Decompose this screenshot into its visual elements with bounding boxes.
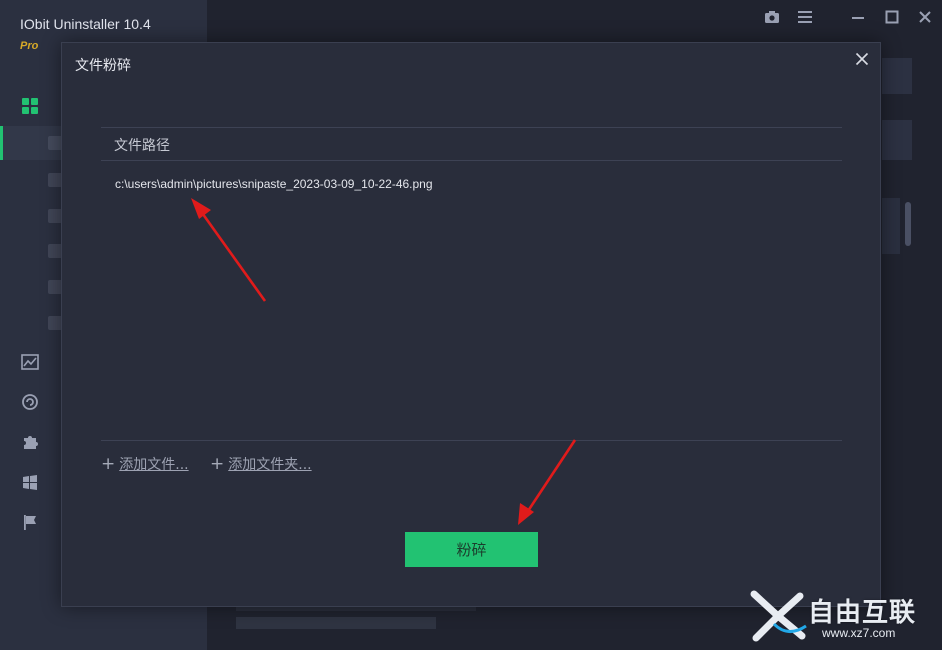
app-title: IObit Uninstaller 10.4 xyxy=(20,16,151,32)
windows-icon[interactable] xyxy=(20,472,40,492)
watermark-logo-icon xyxy=(750,590,807,642)
add-folder-label: 添加文件夹... xyxy=(228,457,312,473)
minimize-icon[interactable] xyxy=(849,8,867,26)
app-edition-badge: Pro xyxy=(20,40,39,52)
file-path-table: 文件路径 c:\users\admin\pictures\snipaste_20… xyxy=(101,127,842,441)
close-icon[interactable] xyxy=(852,49,872,69)
shred-button[interactable]: 粉碎 xyxy=(405,532,538,567)
menu-icon[interactable] xyxy=(796,8,814,26)
table-header: 文件路径 xyxy=(101,128,842,161)
background-footer-text xyxy=(236,617,436,629)
file-path-cell: c:\users\admin\pictures\snipaste_2023-03… xyxy=(115,177,433,191)
refresh-icon[interactable] xyxy=(20,392,40,412)
maximize-icon[interactable] xyxy=(883,8,901,26)
background-panel xyxy=(882,120,912,160)
dialog-title: 文件粉碎 xyxy=(75,58,131,74)
window-close-icon[interactable] xyxy=(916,8,934,26)
plus-icon: + xyxy=(101,453,116,474)
background-panel xyxy=(882,58,912,94)
watermark-url: www.xz7.com xyxy=(822,626,896,640)
puzzle-icon[interactable] xyxy=(20,432,40,452)
background-scrollbar xyxy=(905,202,911,246)
watermark-text: 自由互联 xyxy=(808,598,917,628)
grid-icon[interactable] xyxy=(20,96,40,116)
add-file-link[interactable]: + 添加文件... xyxy=(101,454,189,474)
sidebar-active-indicator xyxy=(0,126,3,160)
plus-icon: + xyxy=(210,453,225,474)
camera-icon[interactable] xyxy=(763,8,781,26)
watermark: 自由互联 www.xz7.com xyxy=(748,588,938,648)
file-shredder-dialog: 文件粉碎 文件路径 c:\users\admin\pictures\snipas… xyxy=(61,42,881,607)
table-row[interactable]: c:\users\admin\pictures\snipaste_2023-03… xyxy=(101,167,842,203)
background-panel xyxy=(882,198,900,254)
add-folder-link[interactable]: + 添加文件夹... xyxy=(210,454,312,474)
chart-icon[interactable] xyxy=(20,352,40,372)
table-divider xyxy=(101,440,842,441)
flag-icon[interactable] xyxy=(20,512,40,532)
add-file-label: 添加文件... xyxy=(119,457,189,473)
column-header-file-path: 文件路径 xyxy=(114,138,170,154)
